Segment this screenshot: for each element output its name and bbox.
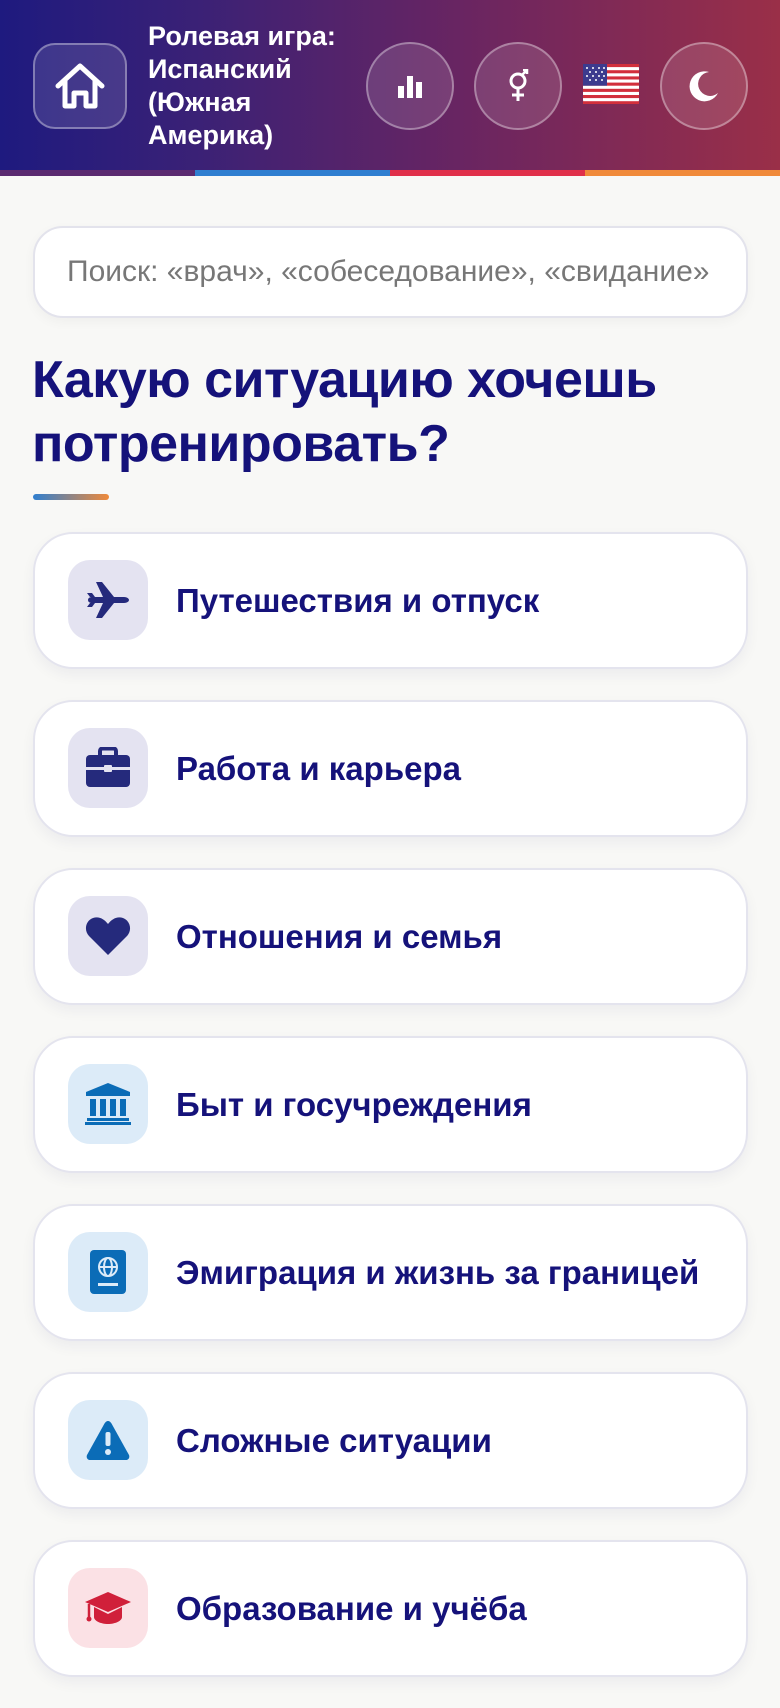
app-header: Ролевая игра: Испанский (Южная Америка) [0, 0, 780, 176]
graduation-cap-icon [85, 1592, 131, 1624]
theme-toggle-button[interactable] [660, 42, 748, 130]
category-card-work[interactable]: Работа и карьера [33, 700, 748, 837]
search-input[interactable] [65, 254, 716, 290]
category-card-emigration[interactable]: Эмиграция и жизнь за границей [33, 1204, 748, 1341]
page-title: Какую ситуацию хочешь потренировать? [32, 351, 657, 473]
app-title: Ролевая игра: Испанский (Южная Америка) [148, 21, 336, 150]
warning-icon [86, 1421, 130, 1460]
bar-chart-icon [398, 76, 422, 98]
header-accent-stripes [0, 170, 780, 176]
category-label: Сложные ситуации [176, 1421, 492, 1459]
category-label: Эмиграция и жизнь за границей [176, 1253, 700, 1291]
title-underline [33, 494, 109, 500]
gender-icon [509, 69, 529, 101]
gender-button[interactable] [474, 42, 562, 130]
category-label: Работа и карьера [176, 749, 461, 787]
bank-icon [85, 1083, 131, 1125]
home-button[interactable] [33, 43, 127, 129]
heart-icon [85, 917, 131, 955]
category-card-difficult[interactable]: Сложные ситуации [33, 1372, 748, 1509]
stats-button[interactable] [366, 42, 454, 130]
category-card-education[interactable]: Образование и учёба [33, 1540, 748, 1677]
category-card-relationships[interactable]: Отношения и семья [33, 868, 748, 1005]
search-box[interactable] [33, 226, 748, 318]
plane-icon [87, 582, 129, 618]
category-label: Образование и учёба [176, 1589, 527, 1627]
category-label: Быт и госучреждения [176, 1085, 532, 1123]
category-label: Путешествия и отпуск [176, 581, 540, 619]
category-list: Путешествия и отпуск Работа и карьера От… [33, 532, 748, 1708]
home-icon [55, 63, 105, 109]
category-card-government[interactable]: Быт и госучреждения [33, 1036, 748, 1173]
category-card-travel[interactable]: Путешествия и отпуск [33, 532, 748, 669]
briefcase-icon [86, 747, 130, 787]
us-flag-icon[interactable] [583, 64, 639, 104]
moon-icon [689, 71, 718, 102]
passport-icon [90, 1250, 126, 1294]
category-label: Отношения и семья [176, 917, 503, 955]
